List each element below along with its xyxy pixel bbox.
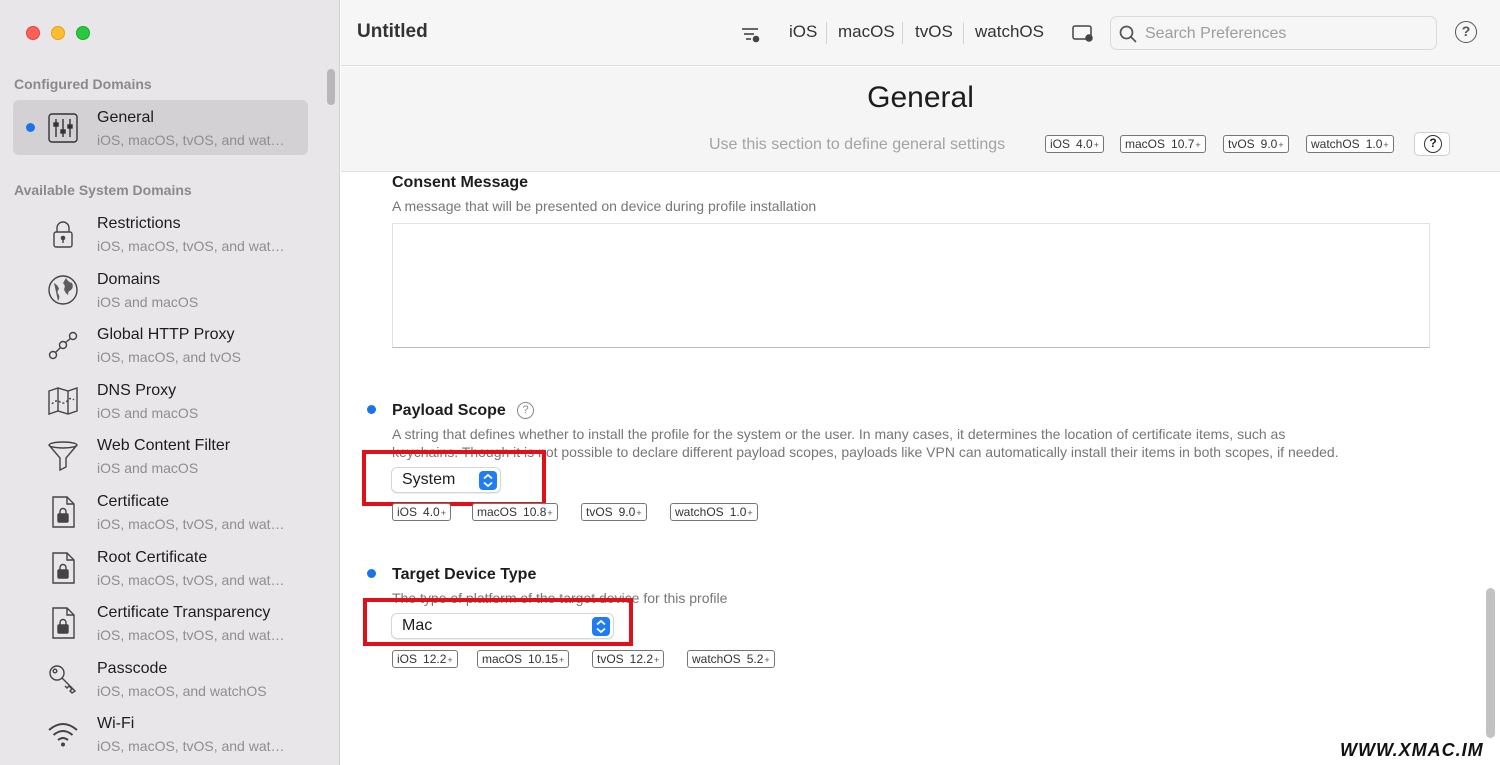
sidebar-item-title: Certificate Transparency — [97, 604, 271, 621]
os-version-badge: iOS 4.0+ — [1045, 135, 1104, 153]
os-version-badge: tvOS 9.0+ — [581, 503, 647, 521]
sidebar-item-root-certificate[interactable]: Root Certificate iOS, macOS, tvOS, and w… — [13, 540, 308, 595]
sidebar-item-general[interactable]: General iOS, macOS, tvOS, and wat… — [13, 100, 308, 155]
os-version-badge: watchOS 1.0+ — [670, 503, 758, 521]
zoom-window-button[interactable] — [76, 26, 90, 40]
payload-title: General — [867, 81, 974, 114]
os-version-badge: iOS 12.2+ — [392, 650, 458, 668]
platform-toggle-ios[interactable]: iOS — [789, 22, 817, 42]
help-button[interactable]: ? — [1455, 21, 1477, 43]
search-input[interactable] — [1145, 23, 1425, 45]
sliders-icon — [46, 111, 80, 145]
sidebar-item-title: Web Content Filter — [97, 437, 231, 454]
globe-icon — [46, 273, 80, 307]
sidebar-item-subtitle: iOS, macOS, tvOS, and wat… — [97, 238, 285, 254]
sidebar-item-title: Root Certificate — [97, 549, 208, 566]
os-version-badge: macOS 10.8+ — [472, 503, 558, 521]
sidebar-item-subtitle: iOS, macOS, and watchOS — [97, 683, 267, 699]
wifi-icon — [46, 717, 80, 751]
filter-icon[interactable] — [741, 24, 761, 44]
os-version-badge: watchOS 1.0+ — [1306, 135, 1394, 153]
payload-header: General Use this section to define gener… — [341, 67, 1500, 172]
os-version-badge: watchOS 5.2+ — [687, 650, 775, 668]
consent-message-description: A message that will be presented on devi… — [392, 198, 817, 214]
platform-toggle-macos[interactable]: macOS — [838, 22, 895, 42]
close-window-button[interactable] — [26, 26, 40, 40]
payload-help-button[interactable]: ? — [1414, 132, 1450, 156]
key-icon — [46, 662, 80, 696]
sidebar-item-title: DNS Proxy — [97, 382, 177, 399]
os-version-badge: macOS 10.15+ — [477, 650, 570, 668]
watermark-brand: WWW.XMAC.IM — [1340, 740, 1484, 760]
certificate-transparency-icon — [46, 606, 80, 640]
sidebar-item-title: Domains — [97, 271, 161, 288]
consent-message-textarea[interactable] — [392, 223, 1430, 348]
payload-description: Use this section to define general setti… — [709, 136, 1006, 153]
target-device-type-label: Target Device Type — [392, 566, 537, 583]
sidebar-item-domains[interactable]: Domains iOS and macOS — [13, 262, 308, 317]
minimize-window-button[interactable] — [51, 26, 65, 40]
sidebar-scrollbar[interactable] — [327, 69, 335, 105]
highlight-box — [363, 598, 633, 646]
os-version-badge: tvOS 9.0+ — [1223, 135, 1289, 153]
sidebar-item-subtitle: iOS, macOS, tvOS, and wat… — [97, 572, 285, 588]
sidebar-item-subtitle: iOS and macOS — [97, 294, 199, 310]
separator — [963, 22, 964, 44]
toolbar: Untitled iOS macOS tvOS watchOS ? — [341, 0, 1500, 66]
payload-scope-help-icon[interactable]: ? — [517, 402, 534, 419]
sidebar: Configured Domains General iOS, macOS, t… — [0, 0, 340, 765]
sidebar-item-subtitle: iOS and macOS — [97, 460, 199, 476]
sidebar-item-restrictions[interactable]: Restrictions iOS, macOS, tvOS, and wat… — [13, 206, 308, 261]
sidebar-item-passcode[interactable]: Passcode iOS, macOS, and watchOS — [13, 651, 308, 706]
platform-toggle-watchos[interactable]: watchOS — [975, 22, 1044, 42]
payload-scope-label: Payload Scope — [392, 402, 506, 419]
sidebar-item-subtitle: iOS, macOS, tvOS, and wat… — [97, 516, 285, 532]
search-icon — [1119, 25, 1137, 43]
os-version-badge: iOS 4.0+ — [392, 503, 451, 521]
sidebar-item-subtitle: iOS, macOS, tvOS, and wat… — [97, 738, 285, 754]
search-field[interactable] — [1110, 16, 1437, 50]
sidebar-item-wifi[interactable]: Wi-Fi iOS, macOS, tvOS, and wat… — [13, 706, 308, 761]
certificate-lock-icon — [46, 495, 80, 529]
help-icon: ? — [1424, 135, 1442, 153]
proxy-nodes-icon — [46, 328, 80, 362]
payload-scope-description: A string that defines whether to install… — [392, 426, 1339, 460]
map-icon — [46, 384, 80, 418]
sidebar-item-certificate[interactable]: Certificate iOS, macOS, tvOS, and wat… — [13, 484, 308, 539]
device-icon[interactable] — [1072, 23, 1094, 43]
separator — [902, 22, 903, 44]
sidebar-item-title: General — [97, 109, 154, 126]
sidebar-item-subtitle: iOS, macOS, and tvOS — [97, 349, 241, 365]
configured-dot — [367, 569, 376, 578]
window-title: Untitled — [357, 21, 428, 42]
sidebar-item-subtitle: iOS and macOS — [97, 405, 199, 421]
sidebar-item-title: Wi-Fi — [97, 715, 135, 732]
sidebar-item-title: Global HTTP Proxy — [97, 326, 235, 343]
sidebar-item-certificate-transparency[interactable]: Certificate Transparency iOS, macOS, tvO… — [13, 595, 308, 650]
os-version-badge: tvOS 12.2+ — [592, 650, 665, 668]
sidebar-item-title: Certificate — [97, 493, 170, 510]
sidebar-item-title: Passcode — [97, 660, 168, 677]
funnel-icon — [46, 439, 80, 473]
root-certificate-icon — [46, 551, 80, 585]
sidebar-item-subtitle: iOS, macOS, tvOS, and wat… — [97, 627, 285, 643]
consent-message-label: Consent Message — [392, 174, 529, 191]
lock-icon — [46, 217, 80, 251]
sidebar-item-web-content-filter[interactable]: Web Content Filter iOS and macOS — [13, 428, 308, 483]
configured-dot — [26, 123, 35, 132]
sidebar-item-title: Restrictions — [97, 215, 181, 232]
separator — [826, 22, 827, 44]
os-version-badge: macOS 10.7+ — [1120, 135, 1206, 153]
platform-toggle-tvos[interactable]: tvOS — [915, 22, 953, 42]
configured-domains-header: Configured Domains — [14, 76, 152, 92]
sidebar-item-dns-proxy[interactable]: DNS Proxy iOS and macOS — [13, 373, 308, 428]
sidebar-item-subtitle: iOS, macOS, tvOS, and wat… — [97, 132, 285, 148]
highlight-box — [362, 450, 546, 506]
content-scrollbar[interactable] — [1486, 588, 1495, 738]
configured-dot — [367, 405, 376, 414]
available-domains-header: Available System Domains — [14, 182, 192, 198]
sidebar-item-global-http-proxy[interactable]: Global HTTP Proxy iOS, macOS, and tvOS — [13, 317, 308, 372]
